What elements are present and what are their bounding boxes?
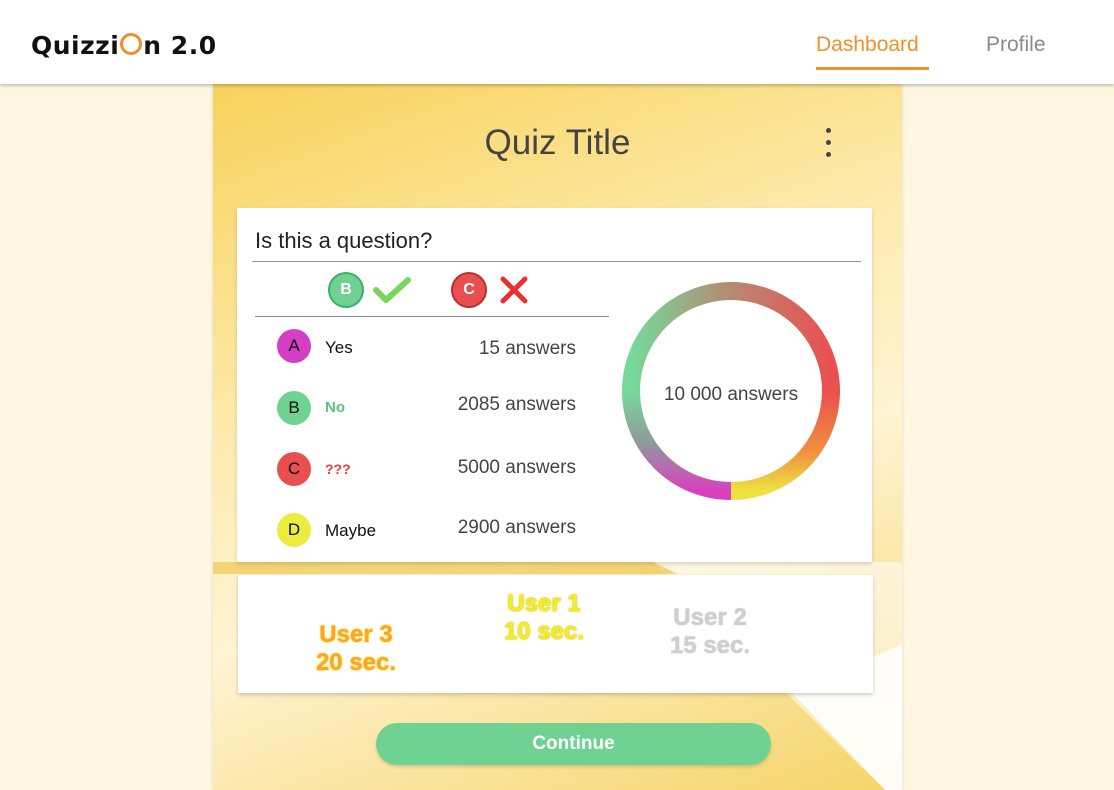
nav-dashboard-link[interactable]: Dashboard: [816, 33, 919, 57]
option-answers-count: 2900 answers: [457, 517, 576, 538]
question-card: Is this a question? B C A Yes 15 answers…: [237, 208, 872, 562]
option-text: No: [325, 399, 345, 416]
leaderboard-user: User 1: [507, 590, 581, 617]
option-letter: B: [277, 391, 311, 425]
leaderboard-entry-3: User 3 20 sec.: [291, 621, 421, 677]
logo-prefix: Quizzi: [31, 31, 120, 60]
cross-icon: [500, 276, 528, 304]
leaderboard-time: 10 sec.: [503, 618, 585, 645]
option-answers-count: 5000 answers: [457, 457, 576, 478]
quiz-panel: Quiz Title Is this a question? B C A Yes…: [213, 84, 902, 790]
option-letter: C: [277, 452, 311, 486]
check-icon: [373, 277, 411, 303]
continue-button[interactable]: Continue: [376, 723, 771, 765]
logo-ring-icon: [120, 33, 143, 55]
wrong-answer-badge: C: [451, 272, 487, 308]
leaderboard-time: 20 sec.: [315, 649, 397, 676]
option-text: Yes: [325, 338, 353, 357]
option-answers-count: 2085 answers: [457, 394, 576, 415]
summary-divider: [255, 316, 609, 317]
leaderboard-time: 15 sec.: [669, 632, 751, 659]
option-answers-count: 15 answers: [478, 338, 576, 359]
option-text: ???: [325, 461, 351, 477]
leaderboard-user: User 3: [319, 621, 393, 648]
option-letter: A: [277, 329, 311, 363]
option-text: Maybe: [325, 521, 377, 540]
more-vertical-icon[interactable]: [813, 126, 843, 166]
total-answers-label: 10 000 answers: [663, 384, 799, 405]
app-logo[interactable]: Quizzi n 2.0: [31, 31, 217, 60]
question-divider: [252, 261, 861, 262]
nav-active-indicator: [816, 67, 929, 70]
logo-suffix: n 2.0: [143, 31, 217, 60]
top-navigation-bar: Quizzi n 2.0 Dashboard Profile: [0, 0, 1114, 84]
leaderboard-entry-2: User 2 15 sec.: [645, 604, 775, 660]
quiz-title: Quiz Title: [484, 123, 631, 162]
correct-answer-badge: B: [328, 272, 364, 308]
option-letter: D: [277, 513, 311, 547]
leaderboard-card: User 3 20 sec. User 1 10 sec. User 2 15 …: [238, 575, 873, 693]
nav-profile-link[interactable]: Profile: [986, 33, 1046, 57]
question-text: Is this a question?: [255, 228, 433, 253]
leaderboard-user: User 2: [673, 604, 747, 631]
leaderboard-entry-1: User 1 10 sec.: [479, 590, 609, 646]
